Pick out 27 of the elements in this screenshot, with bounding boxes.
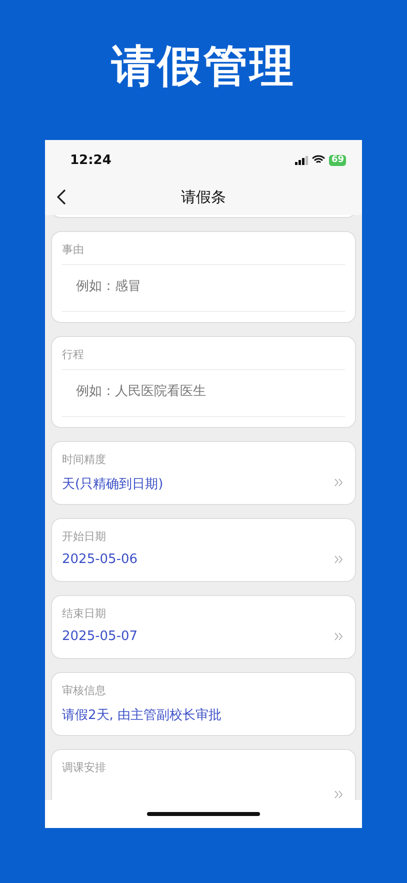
text-field[interactable]: 例如：人民医院看医生: [62, 382, 345, 400]
text-field[interactable]: 例如：感冒: [62, 277, 345, 295]
field-label: 审核信息: [62, 683, 107, 698]
signal-icon: [295, 156, 308, 164]
field-value: 天(只精确到日期): [62, 476, 164, 493]
select-card[interactable]: 结束日期 2025-05-07: [51, 595, 356, 659]
field-label: 开始日期: [62, 529, 107, 544]
chevron-icon: [334, 555, 343, 564]
field-value: 2025-05-07: [62, 629, 138, 644]
headline: 请假管理: [110, 40, 296, 94]
page-title: 请假条: [181, 188, 226, 207]
select-card[interactable]: 时间精度 天(只精确到日期): [51, 441, 356, 505]
battery-level: 69: [329, 154, 346, 166]
select-card[interactable]: 开始日期 2025-05-06: [51, 518, 356, 582]
info-text: 请假2天, 由主管副校长审批: [62, 707, 222, 724]
back-icon[interactable]: [57, 189, 66, 205]
field-label: 结束日期: [62, 606, 107, 621]
field-value: 2025-05-06: [62, 552, 138, 567]
chevron-icon: [334, 632, 343, 641]
chevron-icon: [334, 478, 343, 487]
chevron-icon: [334, 790, 343, 799]
clock-time: 12:24: [70, 152, 112, 168]
field-label: 调课安排: [62, 760, 107, 775]
field-label: 时间精度: [62, 452, 107, 467]
field-label: 行程: [62, 347, 85, 362]
wifi-icon: [312, 155, 326, 165]
field-label: 事由: [62, 242, 85, 257]
